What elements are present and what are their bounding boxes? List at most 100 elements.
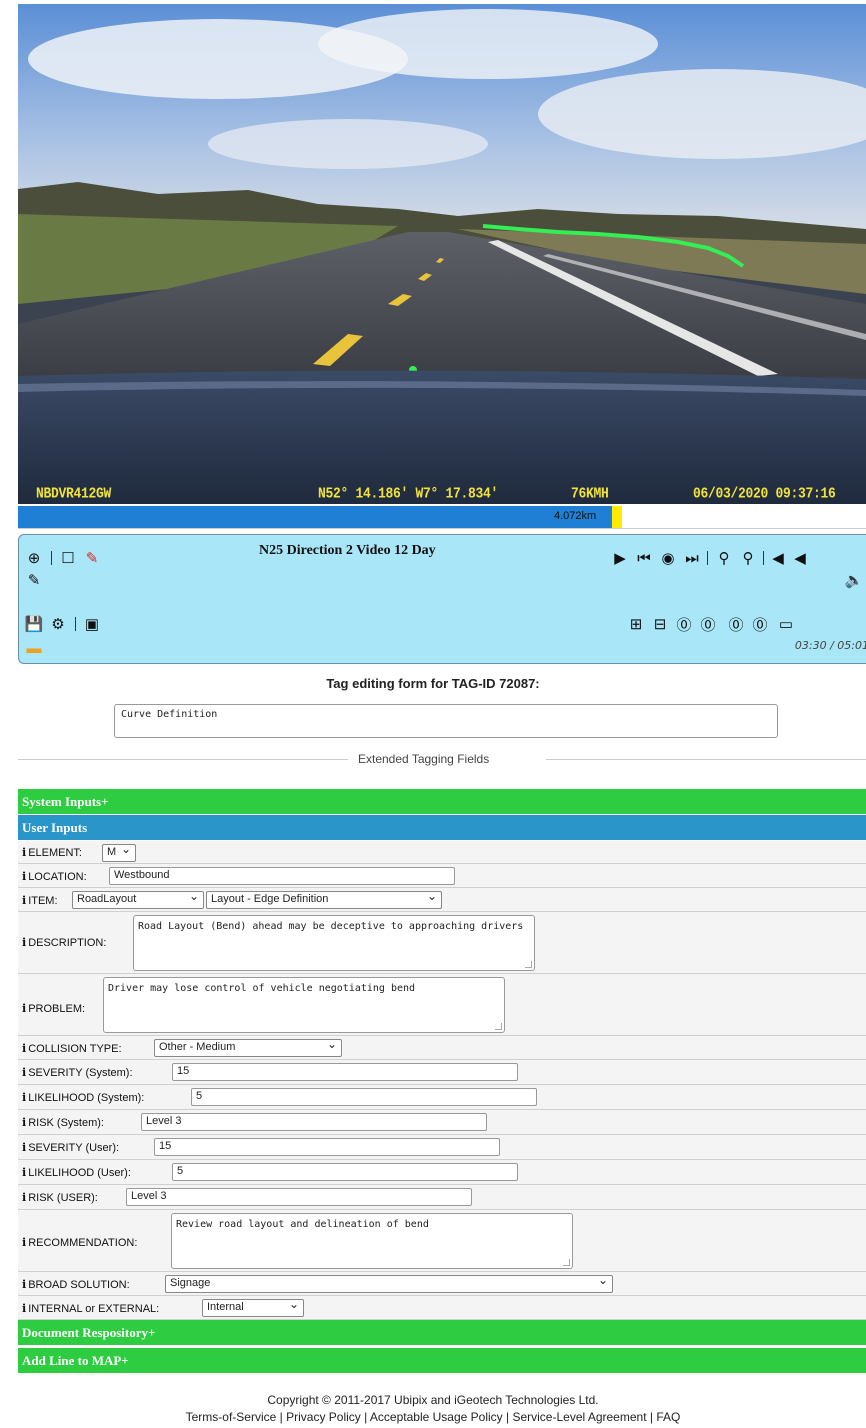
broad-solution-select[interactable]: Signage <box>165 1275 613 1293</box>
add-line-to-map-toggle[interactable]: Add Line to MAP+ <box>18 1348 866 1373</box>
skip-end-icon[interactable]: ⏭ <box>683 549 701 567</box>
item-label-text: ITEM: <box>28 895 58 907</box>
footer-links: Terms-of-Service | Privacy Policy | Acce… <box>0 1410 866 1424</box>
likelihood-system-label-text: LIKELIHOOD (System): <box>28 1092 145 1104</box>
severity-system-input[interactable]: 15 <box>172 1063 518 1081</box>
risk-user-label: i RISK (USER): <box>22 1191 98 1204</box>
description-label: i DESCRIPTION: <box>22 936 106 949</box>
row-recommendation: i RECOMMENDATION: Review road layout and … <box>18 1210 866 1272</box>
osd-device-id: NBDVR412GW <box>36 484 112 503</box>
footer-link[interactable]: FAQ <box>656 1410 680 1424</box>
select-box-icon[interactable]: ☐ <box>59 549 77 567</box>
recommendation-label: i RECOMMENDATION: <box>22 1236 137 1249</box>
item-subcategory-select[interactable]: Layout - Edge Definition <box>206 891 442 909</box>
row-internal-external: i INTERNAL or EXTERNAL: Internal <box>18 1296 866 1320</box>
info-icon: i <box>22 1166 27 1179</box>
severity-system-label-text: SEVERITY (System): <box>28 1067 133 1079</box>
arrow-up-icon[interactable]: ⓪ <box>699 615 717 634</box>
skip-start-icon[interactable]: ⏮ <box>635 549 653 567</box>
footer-link[interactable]: Terms-of-Service <box>186 1410 277 1424</box>
minus-square-icon[interactable]: ⊟ <box>651 615 669 633</box>
form-title: Tag editing form for TAG-ID 72087: <box>326 676 540 691</box>
info-icon: i <box>22 1002 27 1015</box>
footer-link[interactable]: Acceptable Usage Policy <box>370 1410 503 1424</box>
row-problem: i PROBLEM: Driver may lose control of veh… <box>18 974 866 1036</box>
user-inputs-header[interactable]: User Inputs <box>18 815 866 840</box>
monitor-icon[interactable]: ▭ <box>777 615 795 633</box>
save-icon[interactable]: 💾 <box>25 615 44 633</box>
collision-type-select[interactable]: Other - Medium <box>154 1039 342 1057</box>
risk-user-input[interactable]: Level 3 <box>126 1188 472 1206</box>
risk-system-input[interactable]: Level 3 <box>141 1113 487 1131</box>
severity-user-label-text: SEVERITY (User): <box>28 1142 120 1154</box>
element-label: i ELEMENT: <box>22 846 82 859</box>
progress-marker[interactable] <box>612 506 622 528</box>
row-collision-type: i COLLISION TYPE: Other - Medium <box>18 1036 866 1060</box>
item-category-select[interactable]: RoadLayout <box>72 891 204 909</box>
document-repository-toggle[interactable]: Document Respository+ <box>18 1320 866 1345</box>
element-select[interactable]: M <box>102 844 136 862</box>
collision-type-label-text: COLLISION TYPE: <box>28 1043 122 1055</box>
divider-line <box>18 759 348 760</box>
info-icon: i <box>22 1191 27 1204</box>
plus-square-icon[interactable]: ⊞ <box>627 615 645 633</box>
info-icon: i <box>22 1278 27 1291</box>
osd-coordinates: N52° 14.186' W7° 17.834' <box>318 484 499 503</box>
likelihood-system-input[interactable]: 5 <box>191 1088 537 1106</box>
row-element: i ELEMENT: M <box>18 841 866 864</box>
description-label-text: DESCRIPTION: <box>28 937 107 949</box>
volume-icon[interactable]: 🔈 <box>845 571 864 589</box>
problem-textarea[interactable]: Driver may lose control of vehicle negot… <box>103 977 505 1033</box>
description-textarea[interactable]: Road Layout (Bend) ahead may be deceptiv… <box>133 915 535 971</box>
info-icon: i <box>22 1236 27 1249</box>
edit-icon[interactable]: ✎ <box>25 571 43 589</box>
divider-line <box>546 759 866 760</box>
road-scene-image <box>18 4 866 504</box>
arrow-right-icon[interactable]: ⓪ <box>751 615 769 634</box>
info-icon: i <box>22 1116 27 1129</box>
settings-icon[interactable]: ⚙ <box>49 615 67 633</box>
pen-icon[interactable]: ✎ <box>83 549 101 567</box>
footer-link[interactable]: Service-Level Agreement <box>512 1410 646 1424</box>
footer-separator: | <box>360 1410 370 1424</box>
location-input[interactable]: Westbound <box>109 867 455 885</box>
image-icon[interactable]: ▣ <box>83 615 101 633</box>
element-label-text: ELEMENT: <box>28 847 82 859</box>
footer-link[interactable]: Privacy Policy <box>286 1410 361 1424</box>
risk-user-label-text: RISK (USER): <box>28 1192 98 1204</box>
record-icon[interactable]: ◉ <box>659 549 677 567</box>
video-progress-bar[interactable]: 4.072km <box>18 506 866 529</box>
info-icon: i <box>22 1091 27 1104</box>
severity-user-input[interactable]: 15 <box>154 1138 500 1156</box>
volume-down-icon[interactable]: ◀ <box>791 549 809 567</box>
play-icon[interactable]: ▶ <box>611 549 629 567</box>
progress-fill <box>18 506 612 528</box>
likelihood-user-input[interactable]: 5 <box>172 1163 518 1181</box>
system-inputs-toggle[interactable]: System Inputs+ <box>18 789 866 814</box>
footer-separator: | <box>646 1410 657 1424</box>
info-icon: i <box>22 870 27 883</box>
step-back-icon[interactable]: ◀ <box>769 549 787 567</box>
osd-speed: 76KMH <box>571 484 609 503</box>
internal-external-select[interactable]: Internal <box>202 1299 304 1317</box>
zoom-out-icon[interactable]: ⚲ <box>715 549 733 567</box>
row-likelihood-user: i LIKELIHOOD (User): 5 <box>18 1160 866 1185</box>
recommendation-textarea[interactable]: Review road layout and delineation of be… <box>171 1213 573 1269</box>
zoom-in-icon[interactable]: ⚲ <box>739 549 757 567</box>
playback-time: 03:30 / 05:01 <box>794 639 866 652</box>
tag-name-field[interactable]: Curve Definition <box>114 704 778 738</box>
broad-solution-label: i BROAD SOLUTION: <box>22 1278 130 1291</box>
arrow-left-icon[interactable]: ⓪ <box>675 615 693 634</box>
video-frame[interactable]: NBDVR412GW N52° 14.186' W7° 17.834' 76KM… <box>18 4 866 504</box>
add-tag-icon[interactable]: ⊕ <box>25 549 43 567</box>
row-item: iITEM: RoadLayout Layout - Edge Definiti… <box>18 888 866 912</box>
photo-icon[interactable]: ▬ <box>25 639 43 657</box>
info-icon: i <box>22 936 27 949</box>
arrow-down-icon[interactable]: ⓪ <box>727 615 745 634</box>
separator <box>51 551 52 565</box>
info-icon: i <box>22 894 27 907</box>
row-location: i LOCATION: Westbound <box>18 864 866 888</box>
collision-type-label: i COLLISION TYPE: <box>22 1042 122 1055</box>
recommendation-label-text: RECOMMENDATION: <box>28 1237 138 1249</box>
info-icon: i <box>22 1042 27 1055</box>
